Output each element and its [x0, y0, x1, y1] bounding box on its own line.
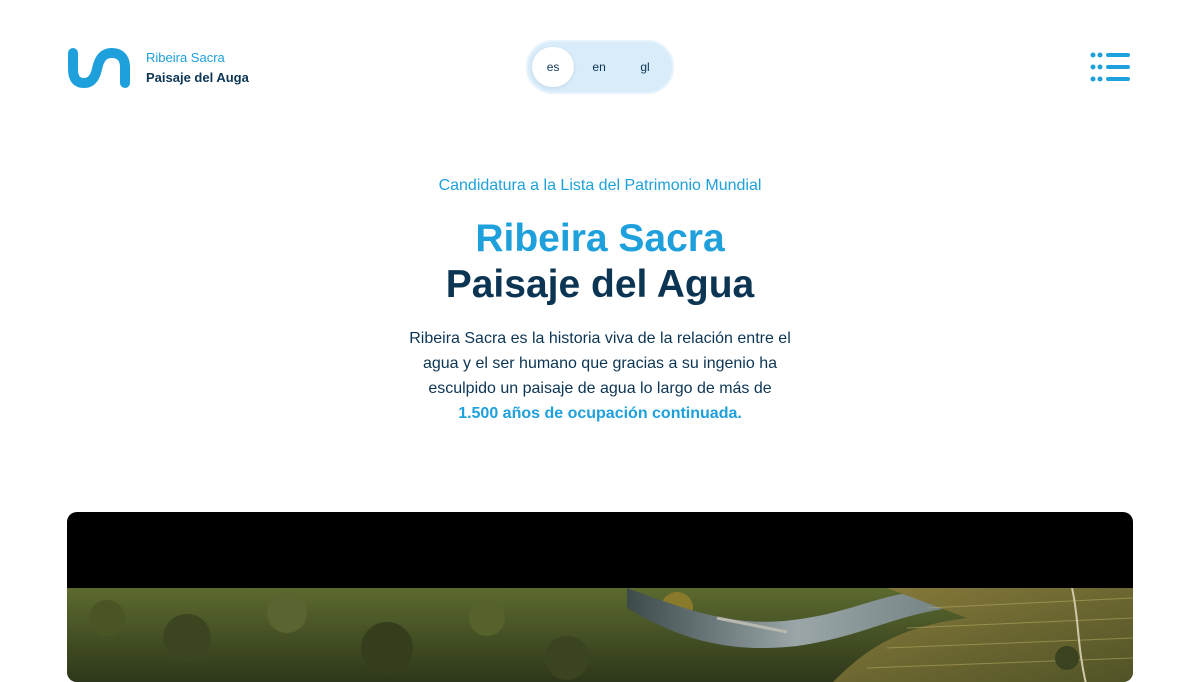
menu-button[interactable]: [1090, 52, 1130, 82]
language-option-en[interactable]: en: [576, 47, 622, 87]
hero-lead: Ribeira Sacra es la historia viva de la …: [380, 326, 820, 426]
hero-lead-line: esculpido un paisaje de agua lo largo de…: [428, 380, 772, 397]
wave-s-logo-icon: [68, 48, 130, 88]
site-logo[interactable]: Ribeira Sacra Paisaje del Auga: [66, 46, 266, 90]
logo-title: Ribeira Sacra: [146, 50, 225, 65]
hero-title-secondary: Paisaje del Agua: [445, 263, 755, 306]
hero-lead-line: Ribeira Sacra es la historia viva de la …: [409, 330, 791, 347]
language-option-gl[interactable]: gl: [622, 47, 668, 87]
logo-subtitle: Paisaje del Auga: [146, 70, 249, 85]
menu-grid-icon: [1090, 52, 1130, 82]
logo-text: Ribeira Sacra Paisaje del Auga: [146, 48, 249, 88]
aerial-river-landscape-image: [67, 588, 1133, 682]
hero-lead-line: agua y el ser humano que gracias a su in…: [422, 355, 777, 372]
language-switcher: es en gl: [526, 40, 674, 94]
hero-video[interactable]: [67, 512, 1133, 682]
hero-eyebrow: Candidatura a la Lista del Patrimonio Mu…: [438, 177, 762, 194]
hero-title-primary: Ribeira Sacra: [475, 217, 725, 260]
hero-lead-highlight: 1.500 años de ocupación continuada.: [458, 405, 742, 422]
site-header: Ribeira Sacra Paisaje del Auga es en gl: [0, 0, 1200, 130]
language-option-es[interactable]: es: [532, 47, 575, 87]
hero-section: Candidatura a la Lista del Patrimonio Mu…: [0, 170, 1200, 426]
